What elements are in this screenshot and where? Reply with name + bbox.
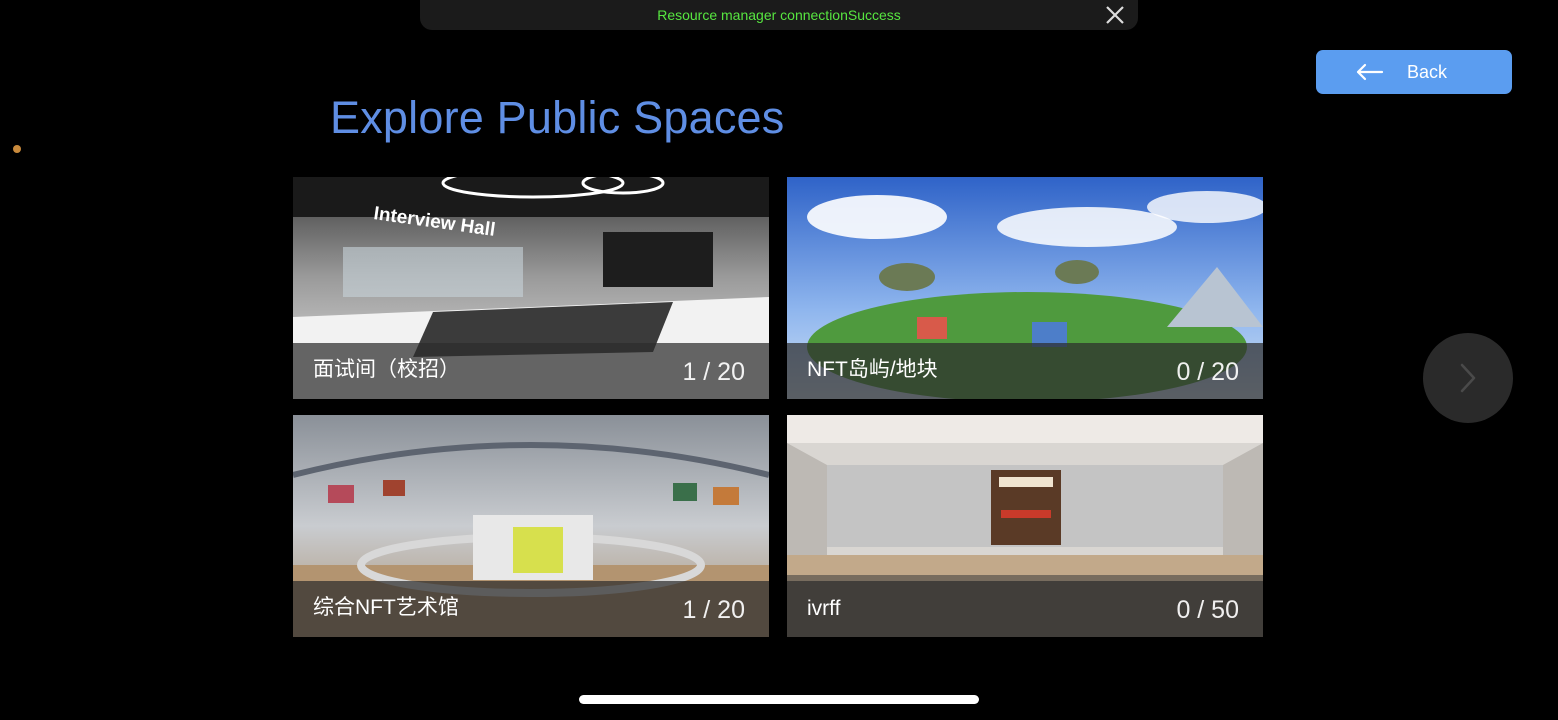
space-name: ivrff	[807, 597, 841, 620]
occupancy-count: 1 / 20	[682, 358, 745, 386]
toast-message: Resource manager connectionSuccess	[657, 7, 901, 23]
back-button[interactable]: Back	[1316, 50, 1512, 94]
chevron-right-icon	[1460, 363, 1476, 393]
arrow-left-icon	[1356, 63, 1384, 81]
occupancy-count: 0 / 50	[1176, 596, 1239, 624]
space-card-nft-islands[interactable]: NFT岛屿/地块 0 / 20	[787, 177, 1263, 399]
occupancy-count: 0 / 20	[1176, 358, 1239, 386]
next-page-button[interactable]	[1423, 333, 1513, 423]
space-name: 面试间（校招）	[313, 358, 460, 381]
toast-notification: Resource manager connectionSuccess	[420, 0, 1138, 30]
back-label: Back	[1407, 62, 1448, 82]
occupancy-count: 1 / 20	[682, 596, 745, 624]
close-icon[interactable]	[1104, 4, 1126, 26]
space-card-interview[interactable]: Interview Hall 面试间（校招） 1 / 20	[293, 177, 769, 399]
page-title: Explore Public Spaces	[330, 92, 785, 143]
space-card-nft-gallery[interactable]: 综合NFT艺术馆 1 / 20	[293, 415, 769, 637]
home-indicator[interactable]	[579, 695, 979, 704]
space-name: NFT岛屿/地块	[807, 358, 938, 381]
status-dot	[13, 145, 21, 153]
space-name: 综合NFT艺术馆	[313, 596, 459, 619]
space-card-ivrff[interactable]: ivrff 0 / 50	[787, 415, 1263, 637]
